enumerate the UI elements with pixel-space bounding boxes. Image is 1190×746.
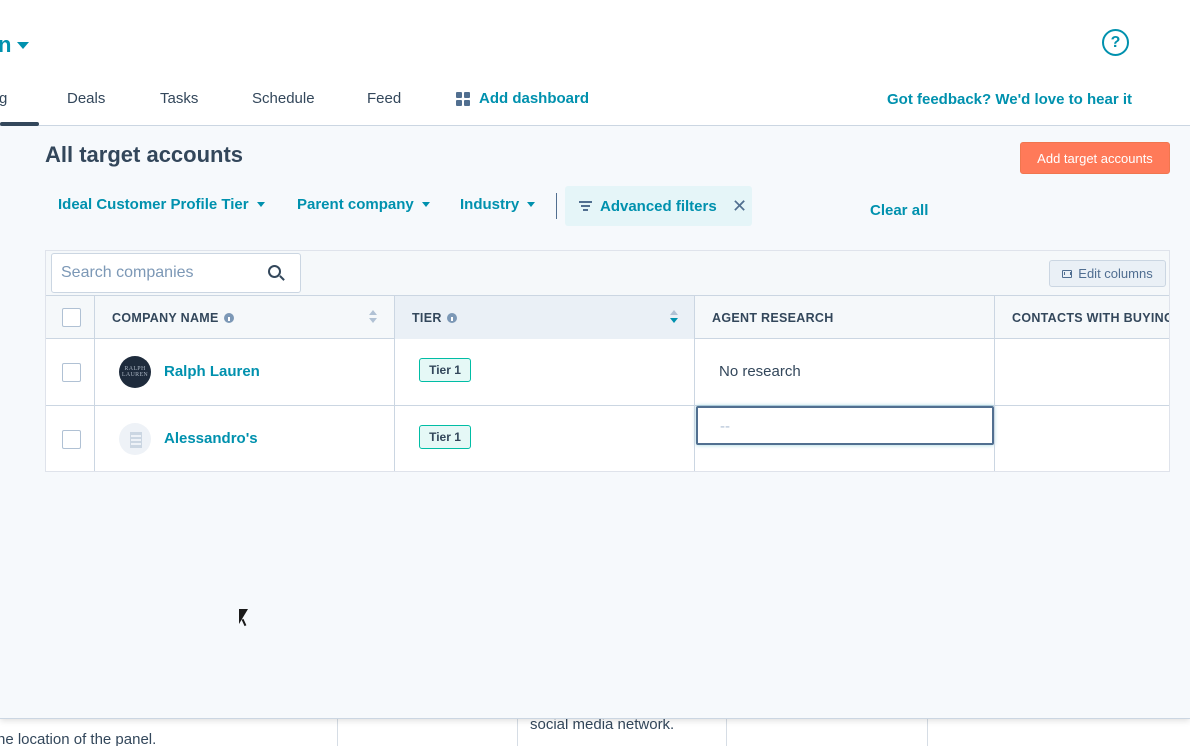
caret-down-icon [17,41,30,49]
advanced-filters-button[interactable]: Advanced filters [565,186,752,226]
tab-deals[interactable]: Deals [67,90,105,107]
company-name-link[interactable]: Ralph Lauren [164,363,260,380]
column-label: CONTACTS WITH BUYING [1012,310,1170,325]
add-target-accounts-button[interactable]: Add target accounts [1020,142,1170,174]
column-divider [94,295,95,471]
select-all-checkbox[interactable] [62,308,81,327]
row-checkbox[interactable] [62,363,81,382]
info-icon[interactable] [446,312,457,323]
add-dashboard-label: Add dashboard [479,90,590,107]
filter-divider [556,193,557,219]
column-divider [694,295,695,471]
caret-down-icon [256,202,265,207]
column-header-tier[interactable]: TIER [395,296,694,339]
filter-label: Parent company [297,196,414,213]
close-icon[interactable]: ✕ [732,197,747,215]
filter-icon [579,201,592,211]
row-checkbox[interactable] [62,430,81,449]
column-header-company-name[interactable]: COMPANY NAME [94,296,394,339]
table-header: COMPANY NAME TIER AGENT RESEARCH CONTACT… [46,295,1170,339]
tab-schedule[interactable]: Schedule [252,90,315,107]
table-row[interactable]: Alessandro's Tier 1 -- [46,406,1169,471]
sort-descending-icon[interactable] [670,310,678,324]
table-row[interactable]: RALPH LAUREN Ralph Lauren Tier 1 No rese… [46,339,1169,406]
caret-down-icon [527,202,536,207]
company-logo: RALPH LAUREN [119,356,151,388]
workspace-switcher[interactable]: n [0,32,30,58]
tab-active[interactable]: g [0,90,7,107]
filter-label: Ideal Customer Profile Tier [58,196,249,213]
edit-columns-button[interactable]: Edit columns [1049,260,1166,287]
agent-research-value[interactable]: No research [719,363,801,380]
search-icon[interactable] [268,265,281,278]
filter-parent-company[interactable]: Parent company [297,196,430,213]
tab-tasks[interactable]: Tasks [160,90,198,107]
filter-icp-tier[interactable]: Ideal Customer Profile Tier [58,196,265,213]
page-title: All target accounts [45,142,244,167]
column-divider [394,295,395,471]
dashboard-icon [456,91,470,106]
tab-feed[interactable]: Feed [367,90,401,107]
column-label: AGENT RESEARCH [712,310,834,325]
tier-badge: Tier 1 [419,425,471,449]
company-name-link[interactable]: Alessandro's [164,430,258,447]
target-accounts-panel: n ? g Deals Tasks Schedule Feed Add dash… [0,0,1190,719]
column-header-contacts-with-buying[interactable]: CONTACTS WITH BUYING [995,296,1170,339]
search-input[interactable] [51,253,301,293]
columns-icon [1062,269,1073,278]
sort-icon[interactable] [369,310,377,324]
question-mark-icon: ? [1110,33,1121,51]
column-header-agent-research[interactable]: AGENT RESEARCH [695,296,994,339]
feedback-link[interactable]: Got feedback? We'd love to hear it [887,91,1132,108]
agent-research-value: -- [720,418,730,435]
workspace-name: n [0,32,11,58]
column-divider [994,295,995,471]
accounts-table: Edit columns COMPANY NAME TIER AGENT RES… [45,250,1170,472]
add-dashboard-button[interactable]: Add dashboard [456,90,589,107]
help-button[interactable]: ? [1102,29,1129,56]
advanced-filters-label: Advanced filters [600,197,717,215]
clear-all-button[interactable]: Clear all [870,202,928,219]
column-label: COMPANY NAME [112,310,219,325]
building-icon [119,423,151,455]
header: n ? g Deals Tasks Schedule Feed Add dash… [0,0,1190,126]
edit-columns-label: Edit columns [1078,266,1153,281]
filter-industry[interactable]: Industry [460,196,536,213]
tier-badge: Tier 1 [419,358,471,382]
active-tab-indicator [0,122,39,126]
filter-label: Industry [460,196,520,213]
column-label: TIER [412,310,442,325]
caret-down-icon [421,202,430,207]
info-icon[interactable] [223,312,234,323]
agent-research-cell-editor[interactable]: -- [696,406,994,445]
background-text-left: ne location of the panel. [0,731,157,746]
